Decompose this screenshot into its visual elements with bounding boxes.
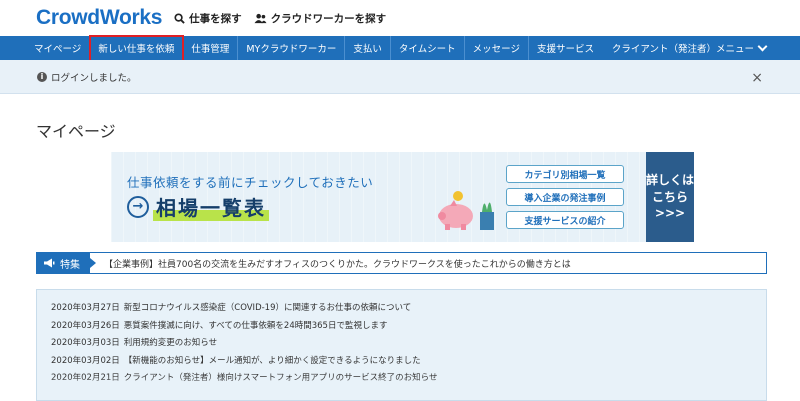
feature-bar[interactable]: 特集 【企業事例】社員700名の交流を生みだすオフィスのつくりかた。クラウドワー…: [36, 252, 767, 274]
feature-text[interactable]: 【企業事例】社員700名の交流を生みだすオフィスのつくりかた。クラウドワークスを…: [104, 257, 571, 270]
arrow-right-icon: →: [127, 195, 149, 218]
nav-timesheet[interactable]: タイムシート: [391, 36, 465, 60]
feature-tag: 特集: [37, 253, 96, 273]
banner-title: 相場一覧表: [153, 192, 269, 221]
news-date: 2020年03月03日: [51, 338, 120, 348]
login-notice: i ログインしました。 ×: [0, 60, 800, 94]
banner-side-line1: 詳しくは: [646, 172, 694, 187]
news-box: 2020年03月27日 新型コロナウイルス感染症（COVID-19）に関連するお仕…: [36, 289, 767, 401]
main-nav: マイページ 新しい仕事を依頼 仕事管理 MYクラウドワーカー 支払い タイムシー…: [0, 34, 800, 70]
company-case-studies-button[interactable]: 導入企業の発注事例: [506, 188, 624, 206]
users-icon: [254, 13, 267, 23]
news-date: 2020年03月27日: [51, 303, 120, 313]
crowdworks-logo[interactable]: CrowdWorks: [36, 6, 162, 30]
banner-title-row: → 相場一覧表: [127, 192, 269, 221]
news-text: 【新機能のお知らせ】メール通知が、より細かく設定できるようになりました: [123, 355, 421, 366]
client-menu-dropdown[interactable]: クライアント（発注者）メニュー: [611, 36, 768, 60]
nav-payments[interactable]: 支払い: [345, 36, 391, 60]
news-date: 2020年03月26日: [51, 320, 120, 331]
news-item[interactable]: 2020年03月03日 利用規約変更のお知らせ: [51, 336, 766, 354]
banner-details-link[interactable]: 詳しくは こちら >>>: [646, 152, 694, 242]
news-item[interactable]: 2020年03月26日 悪質案件撲滅に向け、すべての仕事依頼を24時間365日で監…: [51, 319, 766, 337]
notice-text: ログインしました。: [51, 72, 137, 84]
news-item[interactable]: 2020年03月27日 新型コロナウイルス感染症（COVID-19）に関連するお仕…: [51, 301, 766, 319]
news-item[interactable]: 2020年03月02日 【新機能のお知らせ】メール通知が、より細かく設定できるよう…: [51, 354, 766, 372]
category-price-list-button[interactable]: カテゴリ別相場一覧: [506, 165, 624, 183]
nav-support-services[interactable]: 支援サービス: [529, 36, 602, 60]
nav-job-management[interactable]: 仕事管理: [183, 36, 239, 60]
news-text: 利用規約変更のお知らせ: [123, 338, 218, 348]
close-icon[interactable]: ×: [751, 70, 763, 86]
page-title: マイページ: [36, 122, 116, 141]
find-workers-label: クラウドワーカーを探す: [270, 12, 387, 25]
client-menu-label: クライアント（発注者）メニュー: [611, 44, 754, 55]
news-text: 新型コロナウイルス感染症（COVID-19）に関連するお仕事の依頼について: [123, 303, 412, 313]
megaphone-icon: [44, 258, 55, 268]
support-services-intro-button[interactable]: 支援サービスの紹介: [506, 211, 624, 229]
top-header: CrowdWorks 仕事を探す クラウドワーカーを探す: [0, 0, 800, 36]
nav-my-crowdworkers[interactable]: MYクラウドワーカー: [238, 36, 346, 60]
info-icon: i: [37, 71, 47, 82]
banner-subtitle: 仕事依頼をする前にチェックしておきたい: [127, 175, 374, 190]
chevron-down-icon: [757, 41, 768, 51]
feature-tag-label: 特集: [60, 259, 80, 271]
banner-side-line2: こちら: [651, 189, 688, 204]
banner-side-arrows: >>>: [654, 206, 686, 221]
find-workers-link[interactable]: クラウドワーカーを探す: [254, 11, 387, 26]
find-jobs-link[interactable]: 仕事を探す: [174, 11, 242, 26]
market-price-banner[interactable]: 仕事依頼をする前にチェックしておきたい → 相場一覧表 カテゴリ別相場一覧 導入…: [111, 152, 694, 242]
find-jobs-label: 仕事を探す: [189, 12, 242, 25]
nav-messages[interactable]: メッセージ: [465, 36, 529, 60]
news-fade-overlay: [37, 376, 766, 400]
news-date: 2020年03月02日: [51, 355, 120, 366]
news-text: 悪質案件撲滅に向け、すべての仕事依頼を24時間365日で監視します: [123, 320, 388, 331]
piggy-bank-icon: [438, 191, 494, 230]
nav-mypage[interactable]: マイページ: [0, 36, 91, 60]
search-icon: [174, 12, 185, 24]
